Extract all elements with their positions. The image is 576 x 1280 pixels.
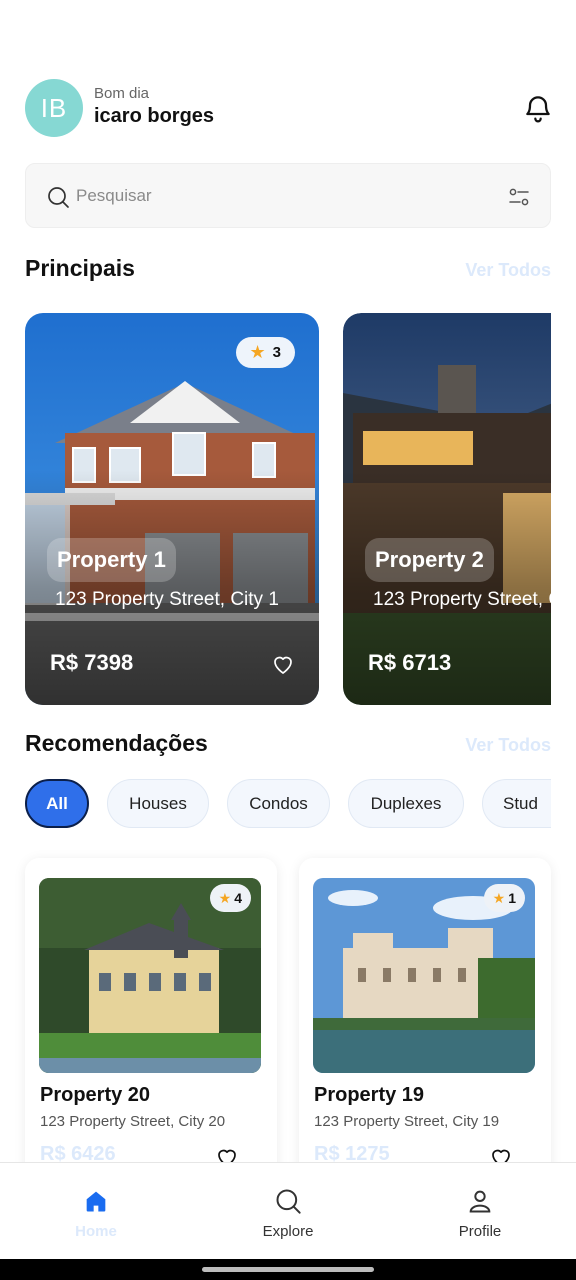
chip-houses[interactable]: Houses <box>107 779 209 828</box>
property-image: ★ 4 <box>39 878 261 1073</box>
property-price: R$ 6713 <box>368 650 452 675</box>
property-name: Property 19 <box>314 1084 425 1106</box>
rating-badge: ★ 4 <box>209 884 251 912</box>
property-image: ★ 1 <box>313 878 535 1073</box>
featured-card[interactable]: Property 2 123 Property Street, City 2 R… <box>343 313 551 705</box>
rating-badge: ★ 1 <box>483 884 525 912</box>
filter-chips: All Houses Condos Duplexes Stud <box>25 779 551 829</box>
rating-value: 3 <box>272 344 281 361</box>
chip-all[interactable]: All <box>25 779 89 828</box>
bottom-navigation: Home Explore Profile <box>0 1162 576 1259</box>
property-name: Property 1 <box>47 538 176 582</box>
home-icon <box>86 1191 106 1212</box>
star-icon: ★ <box>218 889 232 906</box>
nav-profile[interactable]: Profile <box>384 1163 576 1260</box>
star-icon: ★ <box>492 889 506 906</box>
search-bar[interactable] <box>25 163 551 228</box>
filter-icon[interactable] <box>506 185 532 209</box>
property-name: Property 2 <box>365 538 494 582</box>
property-name: Property 20 <box>40 1084 151 1106</box>
featured-section-title: Principais <box>25 255 135 281</box>
rating-value: 1 <box>508 890 516 906</box>
search-icon <box>48 187 69 208</box>
system-navigation-bar <box>0 1259 576 1280</box>
nav-explore-label: Explore <box>262 1223 314 1240</box>
featured-card[interactable]: ★ 3 Property 1 123 Property Street, City… <box>25 313 319 705</box>
nav-explore[interactable]: Explore <box>192 1163 384 1260</box>
rating-badge: ★ 3 <box>235 337 295 368</box>
featured-card-clip: Property 2 123 Property Street, City 2 R… <box>343 313 551 705</box>
property-address: 123 Property Street, City 2 <box>373 589 551 610</box>
chip-studios[interactable]: Stud <box>482 779 551 828</box>
star-icon: ★ <box>249 342 266 362</box>
property-address: 123 Property Street, City 20 <box>40 1113 226 1130</box>
property-address: 123 Property Street, City 1 <box>55 589 279 610</box>
property-price: R$ 7398 <box>50 650 134 675</box>
search-icon <box>276 1189 301 1214</box>
property-address: 123 Property Street, City 19 <box>314 1113 500 1130</box>
home-gesture-bar[interactable] <box>202 1267 374 1272</box>
recommendation-card[interactable]: ★ 1 Property 19 123 Property Street, Cit… <box>299 858 551 1188</box>
rating-value: 4 <box>234 890 242 906</box>
search-input[interactable] <box>76 184 476 208</box>
user-name: icaro borges <box>94 105 215 127</box>
greeting-text: Bom dia <box>94 85 150 102</box>
image-overlay <box>25 313 319 705</box>
nav-home-label: Home <box>75 1223 117 1240</box>
avatar[interactable]: IB <box>25 79 83 137</box>
nav-home[interactable]: Home <box>0 1163 192 1260</box>
chip-condos[interactable]: Condos <box>227 779 330 828</box>
heart-icon[interactable] <box>271 652 295 676</box>
chip-duplexes[interactable]: Duplexes <box>348 779 464 828</box>
bell-icon[interactable] <box>522 92 554 124</box>
user-icon <box>469 1190 491 1213</box>
featured-see-all-link[interactable]: Ver Todos <box>465 260 551 281</box>
image-overlay <box>343 313 551 705</box>
nav-profile-label: Profile <box>458 1223 502 1240</box>
recommendations-section-title: Recomendações <box>25 730 208 756</box>
recommendations-see-all-link[interactable]: Ver Todos <box>465 735 551 756</box>
recommendation-card[interactable]: ★ 4 Property 20 123 Property Street, Cit… <box>25 858 277 1188</box>
